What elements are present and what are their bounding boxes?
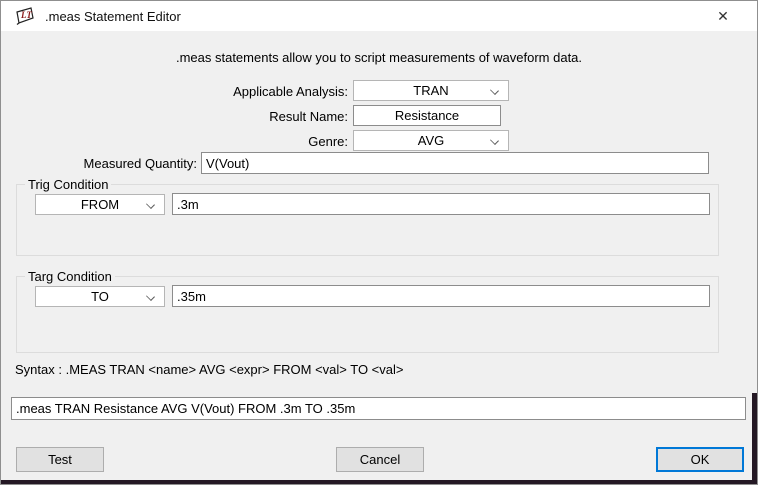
applicable-analysis-select[interactable]: TRAN bbox=[353, 80, 509, 101]
window-title: .meas Statement Editor bbox=[45, 9, 181, 24]
genre-select[interactable]: AVG bbox=[353, 130, 509, 151]
window-right-shadow bbox=[752, 393, 758, 485]
meas-statement-editor-dialog: LT .meas Statement Editor ✕ .meas statem… bbox=[0, 0, 758, 485]
applicable-analysis-label: Applicable Analysis: bbox=[101, 84, 348, 99]
ltspice-logo-icon: LT bbox=[16, 7, 35, 25]
chevron-down-icon bbox=[490, 136, 499, 145]
result-name-input[interactable] bbox=[353, 105, 501, 126]
title-bar: LT .meas Statement Editor ✕ bbox=[1, 1, 757, 31]
applicable-analysis-value: TRAN bbox=[413, 83, 448, 98]
trig-condition-group-label: Trig Condition bbox=[25, 177, 111, 192]
window-bottom-shadow bbox=[1, 480, 758, 485]
genre-label: Genre: bbox=[101, 134, 348, 149]
targ-value-input[interactable] bbox=[172, 285, 710, 307]
cancel-button[interactable]: Cancel bbox=[336, 447, 424, 472]
chevron-down-icon bbox=[146, 200, 155, 209]
syntax-help-text: Syntax : .MEAS TRAN <name> AVG <expr> FR… bbox=[15, 362, 403, 377]
targ-condition-group: Targ Condition TO bbox=[16, 276, 719, 353]
test-button[interactable]: Test bbox=[16, 447, 104, 472]
trig-value-input[interactable] bbox=[172, 193, 710, 215]
targ-condition-group-label: Targ Condition bbox=[25, 269, 115, 284]
trig-operator-value: FROM bbox=[81, 197, 119, 212]
result-name-label: Result Name: bbox=[101, 109, 348, 124]
statement-input[interactable] bbox=[11, 397, 746, 420]
svg-text:LT: LT bbox=[20, 10, 32, 20]
targ-operator-value: TO bbox=[91, 289, 109, 304]
measured-quantity-input[interactable] bbox=[201, 152, 709, 174]
ok-button[interactable]: OK bbox=[656, 447, 744, 472]
chevron-down-icon bbox=[490, 86, 499, 95]
close-icon[interactable]: ✕ bbox=[695, 1, 751, 31]
measured-quantity-label: Measured Quantity: bbox=[21, 156, 197, 171]
trig-condition-group: Trig Condition FROM bbox=[16, 184, 719, 256]
chevron-down-icon bbox=[146, 292, 155, 301]
genre-value: AVG bbox=[418, 133, 445, 148]
targ-operator-select[interactable]: TO bbox=[35, 286, 165, 307]
dialog-description: .meas statements allow you to script mea… bbox=[1, 50, 757, 65]
trig-operator-select[interactable]: FROM bbox=[35, 194, 165, 215]
